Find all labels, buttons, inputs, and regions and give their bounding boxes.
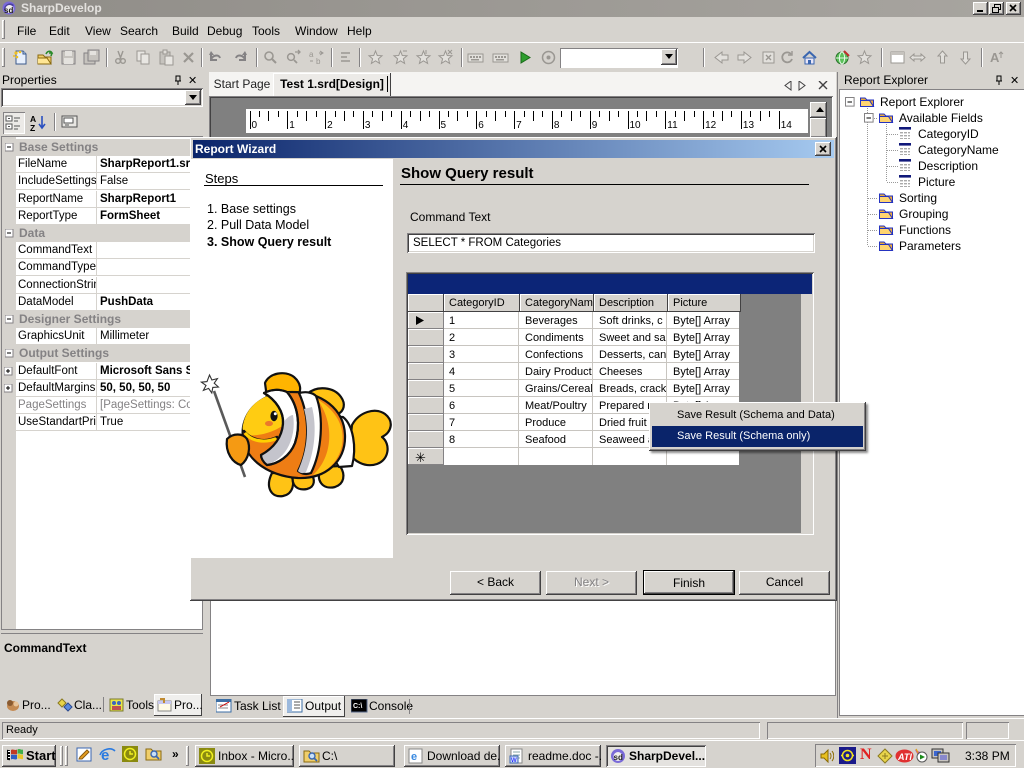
svg-text:b: b	[316, 57, 321, 66]
svg-text:A: A	[990, 50, 1000, 65]
svg-text:e: e	[411, 751, 417, 763]
svg-text:ATI: ATI	[897, 752, 912, 762]
svg-text:C:\: C:\	[353, 703, 362, 710]
svg-text:a: a	[309, 50, 314, 59]
svg-text:W: W	[511, 758, 517, 764]
svg-text:sd: sd	[614, 753, 623, 762]
svg-text:sd: sd	[4, 6, 13, 15]
svg-text:Z: Z	[30, 123, 35, 132]
